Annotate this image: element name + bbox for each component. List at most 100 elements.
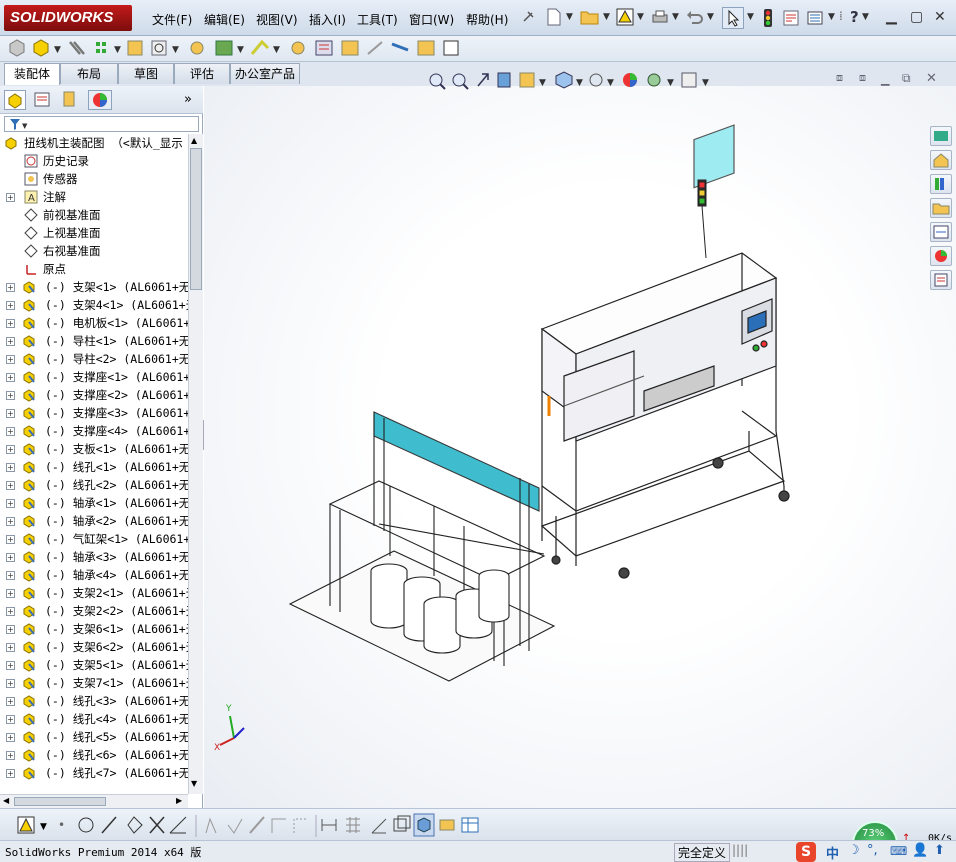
expand-toggle[interactable]: + — [6, 697, 15, 706]
tree-component-8[interactable]: + (-) 支撑座<4> (AL6061+无 — [0, 422, 188, 440]
sogou-ime-icon[interactable]: S — [796, 842, 816, 862]
expand-toggle[interactable]: + — [6, 427, 15, 436]
open-dropdown-icon[interactable]: ▼ — [603, 12, 610, 22]
keyboard-icon[interactable]: ⌨ — [890, 844, 907, 858]
tree-item-origin-6[interactable]: 原点 — [0, 260, 188, 278]
expand-toggle[interactable]: + — [6, 661, 15, 670]
design-library-icon[interactable] — [930, 174, 952, 194]
tab-3[interactable]: 评估 — [174, 63, 230, 84]
expand-toggle[interactable]: + — [6, 643, 15, 652]
menu-item-0[interactable]: 文件(F) — [152, 11, 192, 28]
rebuild-warning-icon[interactable] — [616, 8, 634, 29]
tab-2[interactable]: 草图 — [118, 63, 174, 84]
tree-component-26[interactable]: + (-) 线孔<6> (AL6061+无色 — [0, 746, 188, 764]
tab-0[interactable]: 装配体 — [4, 63, 60, 85]
expand-toggle[interactable]: + — [6, 625, 15, 634]
tree-filter-input[interactable]: ▼ — [4, 116, 199, 132]
tree-component-17[interactable]: + (-) 支架2<1> (AL6061+无色 — [0, 584, 188, 602]
expand-toggle[interactable]: + — [6, 571, 15, 580]
tree-component-24[interactable]: + (-) 线孔<4> (AL6061+无色 — [0, 710, 188, 728]
menu-item-6[interactable]: 帮助(H) — [466, 11, 508, 28]
appearances-icon[interactable] — [930, 246, 952, 266]
tree-component-7[interactable]: + (-) 支撑座<3> (AL6061+无 — [0, 404, 188, 422]
tree-component-2[interactable]: + (-) 电机板<1> (AL6061+无 — [0, 314, 188, 332]
menu-item-1[interactable]: 编辑(E) — [204, 11, 245, 28]
tree-item-plane-3[interactable]: 前视基准面 — [0, 206, 188, 224]
undo-icon[interactable] — [686, 9, 704, 28]
expand-panel-icon[interactable]: » — [184, 92, 192, 107]
file-properties-icon[interactable] — [782, 9, 800, 30]
feature-tree-tab-icon[interactable] — [4, 90, 26, 110]
solidworks-logo[interactable]: SOLIDWORKS — [4, 5, 132, 31]
rebuild-dropdown-icon[interactable]: ▼ — [637, 12, 644, 22]
expand-toggle[interactable]: + — [6, 769, 15, 778]
punctuation-icon[interactable]: °, — [867, 843, 878, 858]
tree-item-sensor-1[interactable]: 传感器 — [0, 170, 188, 188]
tree-component-0[interactable]: + (-) 支架<1> (AL6061+无色 — [0, 278, 188, 296]
tree-component-18[interactable]: + (-) 支架2<2> (AL6061+无色 — [0, 602, 188, 620]
expand-toggle[interactable]: + — [6, 481, 15, 490]
expand-toggle[interactable]: + — [6, 445, 15, 454]
tree-item-annotation-2[interactable]: + A 注解 — [0, 188, 188, 206]
file-explorer-icon[interactable] — [930, 198, 952, 218]
hscroll-thumb[interactable] — [14, 797, 106, 806]
tree-component-11[interactable]: + (-) 线孔<2> (AL6061+无色 — [0, 476, 188, 494]
expand-toggle[interactable]: + — [6, 517, 15, 526]
ime-shirt-icon[interactable]: ⬆ — [934, 843, 945, 858]
options-icon[interactable] — [806, 9, 824, 30]
tree-component-22[interactable]: + (-) 支架7<1> (AL6061+无色 — [0, 674, 188, 692]
expand-toggle[interactable]: + — [6, 715, 15, 724]
tree-horizontal-scrollbar[interactable]: ◀ ▶ — [0, 794, 188, 808]
graphics-area[interactable]: ▼ ▼ ▼ ▼ ▼ ⧈ ⧈ ▁ ⧉ ✕ X Y — [204, 71, 956, 808]
restore-icon[interactable]: ▢ — [910, 9, 923, 25]
tree-component-4[interactable]: + (-) 导柱<2> (AL6061+无色 — [0, 350, 188, 368]
custom-properties-icon[interactable] — [930, 270, 952, 290]
tree-component-14[interactable]: + (-) 气缸架<1> (AL6061+无 — [0, 530, 188, 548]
view-palette-icon[interactable] — [930, 222, 952, 242]
expand-toggle[interactable]: + — [6, 751, 15, 760]
expand-toggle[interactable]: + — [6, 499, 15, 508]
new-document-icon[interactable] — [545, 8, 563, 29]
open-folder-icon[interactable] — [580, 8, 600, 29]
tree-component-20[interactable]: + (-) 支架6<2> (AL6061+无色 — [0, 638, 188, 656]
select-dropdown-icon[interactable]: ▼ — [747, 12, 754, 22]
menu-item-5[interactable]: 窗口(W) — [409, 11, 454, 28]
menu-item-4[interactable]: 工具(T) — [357, 11, 398, 28]
doc-minimize-icon[interactable]: ▁ — [881, 73, 889, 86]
tree-component-21[interactable]: + (-) 支架5<1> (AL6061+无色 — [0, 656, 188, 674]
expand-toggle[interactable]: + — [6, 589, 15, 598]
pin-icon[interactable] — [520, 9, 536, 25]
menu-item-2[interactable]: 视图(V) — [256, 11, 298, 28]
select-arrow-icon[interactable] — [722, 7, 744, 29]
tree-item-plane-5[interactable]: 右视基准面 — [0, 242, 188, 260]
print-dropdown-icon[interactable]: ▼ — [672, 12, 679, 22]
help-icon[interactable]: ? — [850, 8, 859, 26]
viewport-split-2-icon[interactable]: ⧈ — [859, 71, 866, 85]
solidworks-resources-icon[interactable] — [930, 126, 952, 146]
ime-mode-label[interactable]: 中 — [826, 843, 839, 862]
property-manager-tab-icon[interactable] — [32, 90, 54, 110]
expand-toggle[interactable]: + — [6, 283, 15, 292]
tree-component-15[interactable]: + (-) 轴承<3> (AL6061+无色 — [0, 548, 188, 566]
moon-icon[interactable]: ☽ — [848, 843, 860, 858]
tree-component-23[interactable]: + (-) 线孔<3> (AL6061+无色 — [0, 692, 188, 710]
tab-1[interactable]: 布局 — [60, 63, 118, 84]
expand-toggle[interactable]: + — [6, 355, 15, 364]
expand-toggle[interactable]: + — [6, 679, 15, 688]
expand-toggle[interactable]: + — [6, 463, 15, 472]
tree-component-9[interactable]: + (-) 支板<1> (AL6061+无色 — [0, 440, 188, 458]
traffic-light-icon[interactable] — [762, 8, 774, 31]
tree-component-1[interactable]: + (-) 支架4<1> (AL6061+无色 — [0, 296, 188, 314]
tree-component-12[interactable]: + (-) 轴承<1> (AL6061+无色 — [0, 494, 188, 512]
home-icon[interactable] — [930, 150, 952, 170]
tree-item-plane-4[interactable]: 上视基准面 — [0, 224, 188, 242]
tree-component-5[interactable]: + (-) 支撑座<1> (AL6061+无 — [0, 368, 188, 386]
scroll-down-icon[interactable]: ▼ — [191, 779, 197, 788]
print-icon[interactable] — [651, 9, 669, 28]
configuration-manager-tab-icon[interactable] — [60, 90, 82, 110]
options-dropdown-icon[interactable]: ▼ — [828, 12, 835, 22]
tree-component-19[interactable]: + (-) 支架6<1> (AL6061+无色 — [0, 620, 188, 638]
expand-toggle[interactable]: + — [6, 733, 15, 742]
expand-toggle[interactable]: + — [6, 409, 15, 418]
user-icon[interactable]: 👤 — [912, 843, 928, 858]
